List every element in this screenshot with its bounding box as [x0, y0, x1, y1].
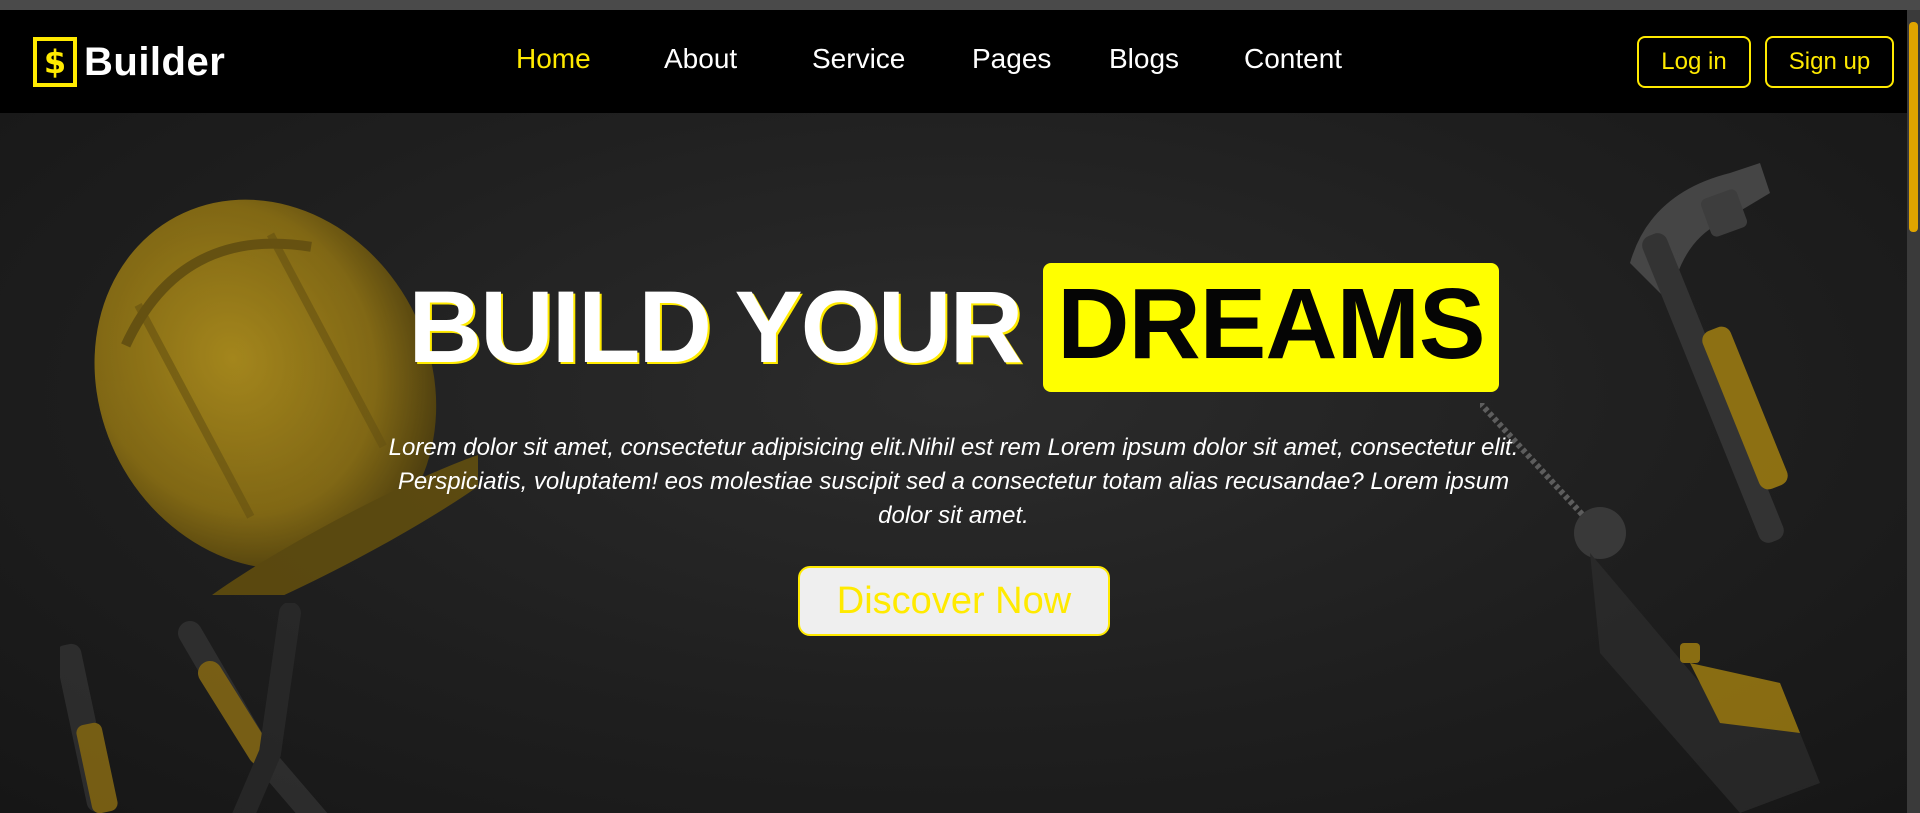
nav-item-content[interactable]: Content — [1244, 43, 1342, 75]
scrollbar-thumb[interactable] — [1909, 22, 1918, 232]
headline-highlight: DREAMS — [1043, 263, 1499, 392]
hero-description: Lorem dolor sit amet, consectetur adipis… — [388, 434, 1519, 529]
scrollbar[interactable] — [1907, 10, 1920, 813]
drill-icon — [1480, 403, 1820, 813]
navbar: $ Builder Home About Service Pages Blogs… — [0, 10, 1907, 113]
nav-item-service[interactable]: Service — [812, 43, 905, 75]
nav-links: Home About Service Pages Blogs Content — [0, 43, 1907, 83]
window-top-strip — [0, 0, 1920, 10]
discover-now-button[interactable]: Discover Now — [798, 566, 1110, 636]
signup-button[interactable]: Sign up — [1765, 36, 1894, 88]
hero-section: BUILD YOUR DREAMS Lorem dolor sit amet, … — [0, 113, 1907, 813]
nav-item-about[interactable]: About — [664, 43, 737, 75]
nav-item-pages[interactable]: Pages — [972, 43, 1051, 75]
pliers-icon — [60, 603, 328, 813]
hero-headline: BUILD YOUR DREAMS — [0, 263, 1907, 392]
headline-plain: BUILD YOUR — [408, 270, 1023, 384]
login-button[interactable]: Log in — [1637, 36, 1751, 88]
nav-item-blogs[interactable]: Blogs — [1109, 43, 1179, 75]
nav-item-home[interactable]: Home — [516, 43, 591, 75]
